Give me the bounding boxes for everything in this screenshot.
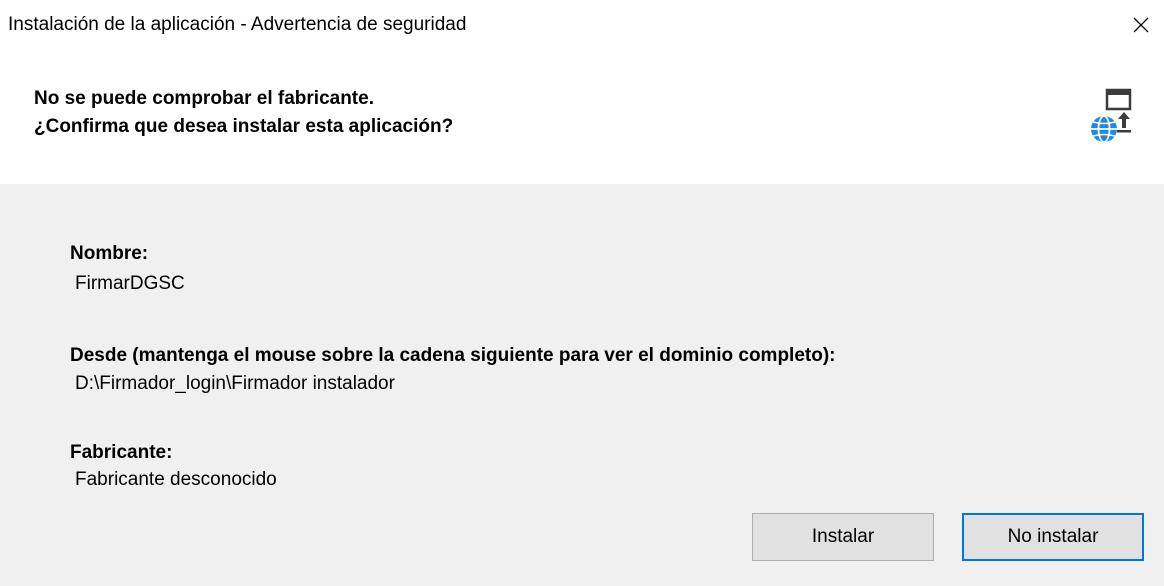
application-install-icon [1091,88,1132,143]
window-title: Instalación de la aplicación - Advertenc… [8,14,467,35]
name-label: Nombre: [70,243,149,264]
close-icon [1133,17,1149,33]
publisher-label: Fabricante: [70,442,173,463]
name-value: FirmarDGSC [75,273,185,294]
warning-message: No se puede comprobar el fabricante. [34,88,374,109]
from-value[interactable]: D:\Firmador_login\Firmador instalador [75,372,395,396]
publisher-value: Fabricante desconocido [75,469,277,490]
confirm-question: ¿Confirma que desea instalar esta aplica… [34,116,454,137]
details-panel: Nombre: FirmarDGSC Desde (mantenga el mo… [0,184,1164,586]
dont-install-button[interactable]: No instalar [962,513,1144,561]
install-button[interactable]: Instalar [752,513,934,561]
from-label: Desde (mantenga el mouse sobre la cadena… [70,345,836,366]
warning-header: No se puede comprobar el fabricante. ¿Co… [0,52,1164,184]
security-warning-dialog: Instalación de la aplicación - Advertenc… [0,0,1164,586]
title-bar: Instalación de la aplicación - Advertenc… [0,0,1164,52]
close-button[interactable] [1118,0,1164,50]
